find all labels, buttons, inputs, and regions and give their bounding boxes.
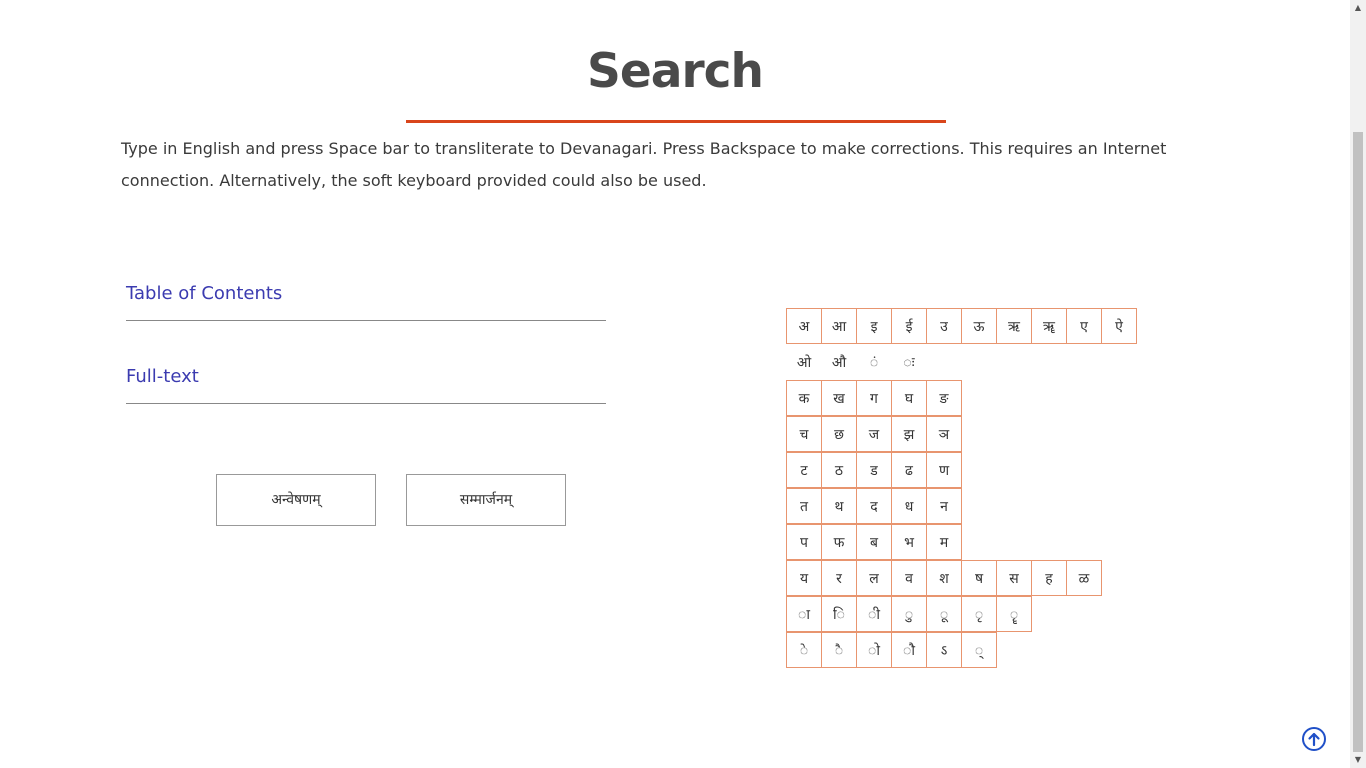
scrollbar-thumb[interactable]: [1353, 132, 1363, 752]
keyboard-key[interactable]: घ: [891, 380, 927, 416]
keyboard-key[interactable]: उ: [926, 308, 962, 344]
keyboard-key[interactable]: ए: [1066, 308, 1102, 344]
keyboard-key[interactable]: अ: [786, 308, 822, 344]
keyboard-key[interactable]: य: [786, 560, 822, 596]
keyboard-key[interactable]: ◌ू: [926, 596, 962, 632]
keyboard-key[interactable]: ◌ौ: [891, 632, 927, 668]
keyboard-key[interactable]: त: [786, 488, 822, 524]
keyboard-key[interactable]: म: [926, 524, 962, 560]
keyboard-key[interactable]: ट: [786, 452, 822, 488]
keyboard-key[interactable]: ऊ: [961, 308, 997, 344]
keyboard-key[interactable]: ध: [891, 488, 927, 524]
keyboard-key[interactable]: ◌्: [961, 632, 997, 668]
keyboard-key[interactable]: ◌ि: [821, 596, 857, 632]
scroll-down-icon[interactable]: ▼: [1350, 752, 1366, 768]
keyboard-key[interactable]: भ: [891, 524, 927, 560]
keyboard-key[interactable]: ◌ं: [856, 344, 892, 380]
full-text-link[interactable]: Full-text: [126, 364, 606, 404]
keyboard-key[interactable]: ष: [961, 560, 997, 596]
keyboard-key[interactable]: प: [786, 524, 822, 560]
back-to-top-button[interactable]: [1301, 726, 1327, 752]
keyboard-key[interactable]: ऽ: [926, 632, 962, 668]
keyboard-key[interactable]: ख: [821, 380, 857, 416]
keyboard-key[interactable]: ◌ै: [821, 632, 857, 668]
keyboard-key[interactable]: न: [926, 488, 962, 524]
page-title: Search: [587, 44, 764, 99]
keyboard-key[interactable]: व: [891, 560, 927, 596]
keyboard-row: पफबभम: [786, 524, 962, 560]
keyboard-key[interactable]: ओ: [786, 344, 822, 380]
keyboard-row: ◌ा ◌ि ◌ी ◌ु ◌ू ◌ृ ◌ॄ: [786, 596, 1032, 632]
keyboard-row: कखगघङ: [786, 380, 962, 416]
keyboard-key[interactable]: ग: [856, 380, 892, 416]
search-button[interactable]: अन्वेषणम्: [216, 474, 376, 526]
keyboard-row: चछजझञ: [786, 416, 962, 452]
full-text-label: Full-text: [126, 366, 199, 387]
keyboard-key[interactable]: ◌ृ: [961, 596, 997, 632]
scroll-up-icon[interactable]: ▲: [1350, 0, 1366, 16]
keyboard-key[interactable]: र: [821, 560, 857, 596]
keyboard-key[interactable]: ◌ु: [891, 596, 927, 632]
keyboard-key[interactable]: ठ: [821, 452, 857, 488]
keyboard-key[interactable]: ई: [891, 308, 927, 344]
keyboard-key[interactable]: इ: [856, 308, 892, 344]
title-underline: [406, 120, 946, 123]
keyboard-key[interactable]: आ: [821, 308, 857, 344]
keyboard-key[interactable]: ◌ो: [856, 632, 892, 668]
keyboard-row: ◌े ◌ै ◌ो ◌ौ ऽ ◌्: [786, 632, 997, 668]
arrow-up-circle-icon: [1302, 727, 1326, 751]
keyboard-key[interactable]: च: [786, 416, 822, 452]
keyboard-key[interactable]: ल: [856, 560, 892, 596]
keyboard-key[interactable]: ळ: [1066, 560, 1102, 596]
keyboard-key[interactable]: ङ: [926, 380, 962, 416]
keyboard-key[interactable]: ञ: [926, 416, 962, 452]
search-page: Search Type in English and press Space b…: [0, 0, 1350, 768]
keyboard-key[interactable]: ढ: [891, 452, 927, 488]
keyboard-key[interactable]: ह: [1031, 560, 1067, 596]
keyboard-key[interactable]: ॠ: [1031, 308, 1067, 344]
keyboard-key[interactable]: फ: [821, 524, 857, 560]
table-of-contents-label: Table of Contents: [126, 283, 283, 304]
keyboard-key[interactable]: ◌ी: [856, 596, 892, 632]
keyboard-key[interactable]: झ: [891, 416, 927, 452]
keyboard-row: यरलवशषसहळ: [786, 560, 1102, 596]
keyboard-key[interactable]: ◌ॄ: [996, 596, 1032, 632]
keyboard-key[interactable]: ◌ः: [891, 344, 927, 380]
keyboard-row: अआइईउऊऋॠएऐ: [786, 308, 1137, 344]
keyboard-key[interactable]: स: [996, 560, 1032, 596]
keyboard-key[interactable]: ब: [856, 524, 892, 560]
keyboard-key[interactable]: ◌े: [786, 632, 822, 668]
keyboard-key[interactable]: श: [926, 560, 962, 596]
keyboard-row: टठडढण: [786, 452, 962, 488]
keyboard-key[interactable]: ड: [856, 452, 892, 488]
instructions-text: Type in English and press Space bar to t…: [121, 139, 1167, 190]
vertical-scrollbar[interactable]: ▲ ▼: [1350, 0, 1366, 768]
keyboard-key[interactable]: थ: [821, 488, 857, 524]
keyboard-key[interactable]: क: [786, 380, 822, 416]
keyboard-key[interactable]: ऐ: [1101, 308, 1137, 344]
keyboard-key[interactable]: द: [856, 488, 892, 524]
reset-button[interactable]: सम्मार्जनम्: [406, 474, 566, 526]
keyboard-key[interactable]: ◌ा: [786, 596, 822, 632]
keyboard-key[interactable]: छ: [821, 416, 857, 452]
keyboard-row: तथदधन: [786, 488, 962, 524]
keyboard-key[interactable]: ऋ: [996, 308, 1032, 344]
keyboard-key[interactable]: ज: [856, 416, 892, 452]
keyboard-row: ओ औ ◌ं ◌ः: [786, 344, 927, 380]
keyboard-key[interactable]: ण: [926, 452, 962, 488]
table-of-contents-link[interactable]: Table of Contents: [126, 281, 606, 321]
keyboard-key[interactable]: औ: [821, 344, 857, 380]
